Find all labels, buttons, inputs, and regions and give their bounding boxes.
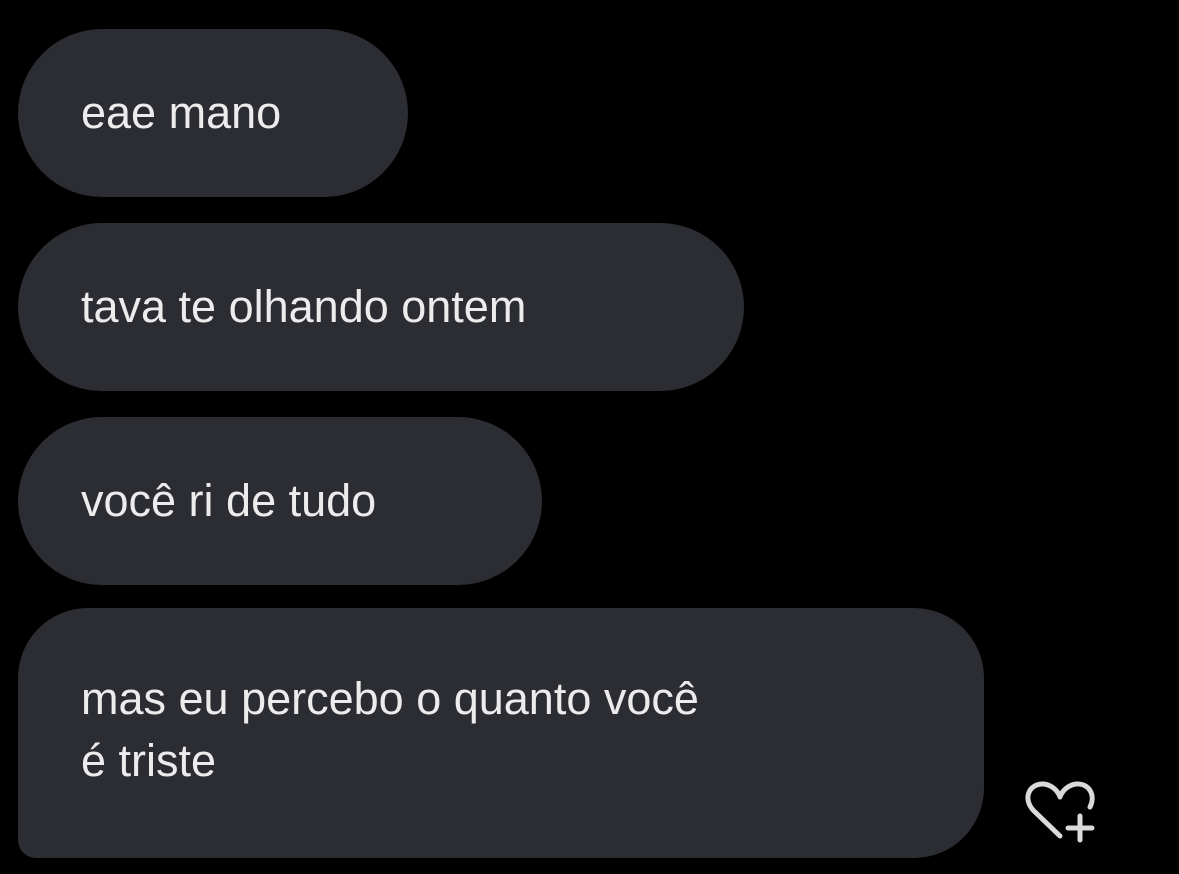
message-text-line: mas eu percebo o quanto você (81, 673, 699, 724)
message-bubble[interactable]: você ri de tudo (18, 417, 542, 585)
message-text: você ri de tudo (81, 475, 377, 526)
message-bubble[interactable]: eae mano (18, 29, 408, 197)
message-text: tava te olhando ontem (81, 281, 527, 332)
message-text: eae mano (81, 87, 282, 138)
message-bubble-last[interactable]: mas eu percebo o quanto você é triste (18, 608, 984, 858)
message-bubble[interactable]: tava te olhando ontem (18, 223, 744, 391)
heart-plus-icon[interactable] (1020, 778, 1106, 844)
message-text-line: é triste (81, 735, 217, 786)
